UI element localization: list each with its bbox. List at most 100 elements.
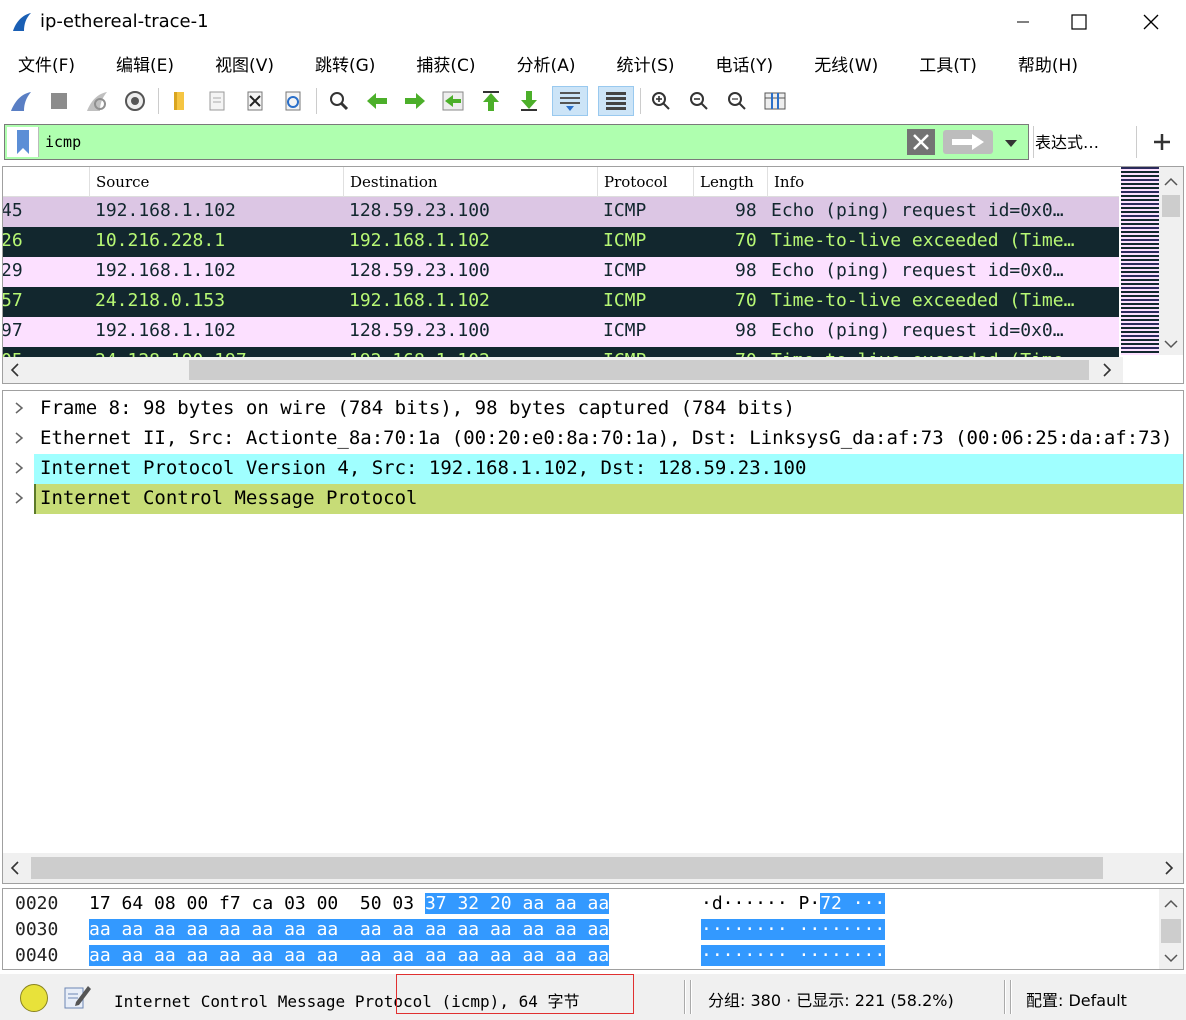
packet-row[interactable]: 97 192.168.1.102 128.59.23.100 ICMP 98 Echo (…	[3, 317, 1119, 347]
packet-row[interactable]: 29 192.168.1.102 128.59.23.100 ICMP 98 Echo (…	[3, 257, 1119, 287]
minimap-stripe	[1121, 263, 1159, 265]
filter-bookmark-button[interactable]	[7, 127, 39, 157]
minimap-stripe	[1121, 199, 1159, 201]
last-packet-button[interactable]	[514, 86, 544, 116]
zoom-in-button[interactable]	[646, 86, 676, 116]
packet-list-vscrollbar[interactable]	[1159, 167, 1183, 355]
minimap-stripe	[1121, 327, 1159, 329]
normal-size-icon	[728, 92, 746, 110]
resize-columns-icon	[764, 92, 786, 110]
packet-cell-no: 45	[3, 200, 23, 221]
packet-cell-source: 192.168.1.102	[95, 200, 236, 221]
bytes-row[interactable]: 0020 17 64 08 00 f7 ca 03 00 50 03 37 32…	[3, 891, 1153, 917]
minimap-stripe	[1121, 235, 1159, 237]
column-header-source[interactable]: Source	[89, 167, 343, 197]
packet-list-header: Source Destination Protocol Length Info	[3, 167, 1119, 197]
minimap-stripe	[1121, 287, 1159, 289]
go-back-button[interactable]	[362, 86, 392, 116]
detail-row-icmp[interactable]: Internet Control Message Protocol	[3, 484, 1183, 514]
menu-telephony[interactable]: 电话(Y)	[706, 51, 784, 76]
minimap-stripe	[1121, 227, 1159, 229]
menu-edit[interactable]: 编辑(E)	[106, 51, 184, 76]
bytes-ascii-plain: ·d······ P·	[701, 893, 821, 914]
zoom-out-button[interactable]	[684, 86, 714, 116]
expression-button[interactable]: 表达式…	[1035, 129, 1099, 153]
restart-capture-button[interactable]	[82, 86, 112, 116]
column-header-protocol[interactable]: Protocol	[597, 167, 693, 197]
find-packet-button[interactable]	[324, 86, 354, 116]
close-window-button[interactable]	[1128, 0, 1174, 44]
packet-cell-info: Time-to-live exceeded (Time…	[771, 290, 1075, 311]
menu-help[interactable]: 帮助(H)	[1008, 51, 1088, 76]
go-to-packet-button[interactable]	[438, 86, 468, 116]
packet-cell-info: Echo (ping) request id=0x0…	[771, 260, 1064, 281]
packet-row[interactable]: 26 10.216.228.1 192.168.1.102 ICMP 70 Time-to…	[3, 227, 1119, 257]
clear-x-icon	[913, 134, 929, 150]
display-filter-input[interactable]	[45, 129, 905, 155]
reload-file-button[interactable]	[278, 86, 308, 116]
maximize-icon	[1071, 14, 1087, 30]
detail-row-ipv4[interactable]: Internet Protocol Version 4, Src: 192.16…	[3, 454, 1183, 484]
packet-list-hscrollbar[interactable]	[3, 357, 1123, 383]
menu-statistics[interactable]: 统计(S)	[606, 51, 684, 76]
detail-row-frame[interactable]: Frame 8: 98 bytes on wire (784 bits), 98…	[3, 394, 1183, 424]
minimap-stripe	[1121, 275, 1159, 277]
start-capture-button[interactable]	[6, 86, 36, 116]
packet-cell-no: 26	[3, 230, 23, 251]
colorize-icon	[606, 92, 626, 110]
colorize-button[interactable]	[598, 86, 634, 116]
minimap-stripe	[1121, 215, 1159, 217]
packet-cell-destination: 192.168.1.102	[349, 290, 490, 311]
find-icon	[330, 92, 349, 111]
details-hscrollbar[interactable]	[3, 853, 1183, 883]
minimap-stripe	[1121, 335, 1159, 337]
detail-row-ethernet[interactable]: Ethernet II, Src: Actionte_8a:70:1a (00:…	[3, 424, 1183, 454]
packet-row[interactable]: 45 192.168.1.102 128.59.23.100 ICMP 98 Echo (…	[3, 197, 1119, 227]
menu-wireless[interactable]: 无线(W)	[804, 51, 888, 76]
menu-go[interactable]: 跳转(G)	[305, 51, 385, 76]
scroll-down-icon	[1164, 954, 1178, 963]
menu-file[interactable]: 文件(F)	[8, 51, 85, 76]
packet-cell-protocol: ICMP	[603, 260, 647, 281]
normal-size-button[interactable]	[722, 86, 752, 116]
expand-arrow-icon	[15, 492, 24, 504]
minimize-button[interactable]	[1000, 0, 1046, 44]
column-header-length[interactable]: Length	[693, 167, 767, 197]
stop-capture-button[interactable]	[44, 86, 74, 116]
first-packet-button[interactable]	[476, 86, 506, 116]
add-filter-button[interactable]	[1148, 128, 1176, 156]
expert-info-indicator[interactable]	[20, 984, 48, 1012]
recent-filters-dropdown[interactable]	[997, 131, 1025, 155]
capture-comment-icon[interactable]	[62, 982, 92, 1012]
apply-filter-button[interactable]	[943, 130, 993, 154]
expand-arrow-icon	[15, 432, 24, 444]
menu-view[interactable]: 视图(V)	[205, 51, 284, 76]
reload-icon	[285, 91, 301, 111]
packet-minimap[interactable]	[1121, 167, 1159, 355]
menu-bar: 文件(F) 编辑(E) 视图(V) 跳转(G) 捕获(C) 分析(A) 统计(S…	[0, 44, 1186, 82]
bytes-vscrollbar[interactable]	[1159, 889, 1183, 969]
autoscroll-button[interactable]	[552, 86, 588, 116]
menu-tools[interactable]: 工具(T)	[909, 51, 987, 76]
column-header-info[interactable]: Info	[767, 167, 1119, 197]
maximize-button[interactable]	[1056, 0, 1102, 44]
minimap-stripe	[1121, 279, 1159, 281]
zoom-in-icon	[652, 92, 670, 110]
bytes-hex-plain: 17 64 08 00 f7 ca 03 00 50 03	[89, 893, 425, 914]
save-file-button[interactable]	[202, 86, 232, 116]
bytes-row[interactable]: 0040 aa aa aa aa aa aa aa aa aa aa aa aa…	[3, 943, 1153, 969]
minimap-stripe	[1121, 315, 1159, 317]
clear-filter-button[interactable]	[907, 129, 935, 155]
packet-row[interactable]: 57 24.218.0.153 192.168.1.102 ICMP 70 Time-to…	[3, 287, 1119, 317]
menu-analyze[interactable]: 分析(A)	[507, 51, 586, 76]
menu-capture[interactable]: 捕获(C)	[406, 51, 485, 76]
close-file-button[interactable]	[240, 86, 270, 116]
column-header-destination[interactable]: Destination	[343, 167, 597, 197]
resize-columns-button[interactable]	[760, 86, 790, 116]
profile-label[interactable]: 配置: Default	[1026, 987, 1127, 1011]
bytes-row[interactable]: 0030 aa aa aa aa aa aa aa aa aa aa aa aa…	[3, 917, 1153, 943]
autoscroll-icon	[560, 92, 580, 111]
go-forward-button[interactable]	[400, 86, 430, 116]
open-file-button[interactable]	[164, 86, 194, 116]
capture-options-button[interactable]	[120, 86, 150, 116]
